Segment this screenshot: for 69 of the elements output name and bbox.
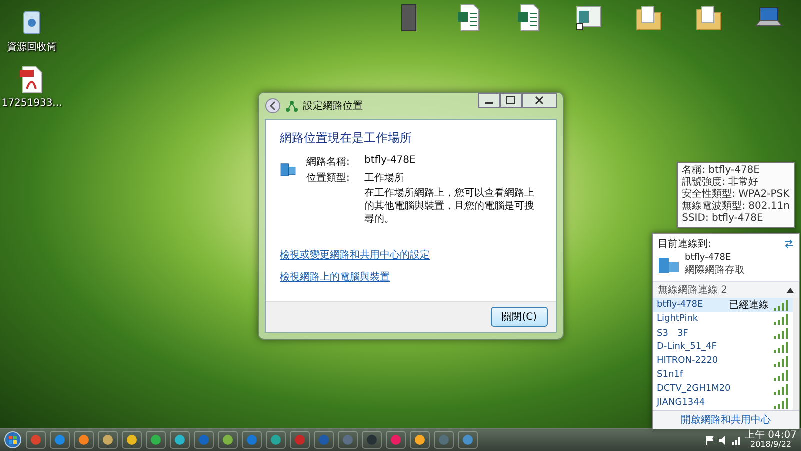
taskbar-app-icon[interactable] <box>434 431 454 449</box>
collapse-caret-icon[interactable] <box>787 288 794 292</box>
taskbar-app-icon[interactable] <box>74 431 94 449</box>
wifi-network-row[interactable]: btfly-478E 已經連線 <box>653 298 793 312</box>
taskbar-app-icon[interactable] <box>458 431 478 449</box>
work-network-icon <box>658 256 680 274</box>
signal-bars-icon <box>773 384 789 394</box>
settings-link[interactable]: 檢視網路上的電腦與裝置 <box>280 270 390 284</box>
tooltip-line: 名稱: btfly-478E <box>682 165 761 176</box>
signal-bars-icon <box>773 370 789 380</box>
settings-link[interactable]: 檢視或變更網路和共用中心的設定 <box>280 248 430 262</box>
clock-time[interactable]: 上午 04:07 <box>745 431 797 441</box>
start-button[interactable] <box>4 431 22 449</box>
clock-date[interactable]: 2018/9/22 <box>750 441 792 449</box>
wifi-network-row[interactable]: S1n1f <box>653 368 793 382</box>
field-label: 網路名稱: <box>306 156 351 169</box>
wifi-network-row[interactable]: D-Link_51_4F <box>653 340 793 354</box>
desktop-icon-label[interactable]: 17251933... <box>2 98 62 109</box>
tooltip-line: 安全性類型: WPA2-PSK <box>682 189 790 200</box>
taskbar-app-icon[interactable] <box>170 431 190 449</box>
maximize-button[interactable] <box>500 93 522 108</box>
field-value: 工作場所 <box>364 172 406 185</box>
access-status: 網際網路存取 <box>685 264 745 277</box>
section-header: 無線網路連線 2 <box>658 284 728 297</box>
taskbar-app-icon[interactable] <box>314 431 334 449</box>
location-description: 在工作場所網路上，您可以查看網路上的其他電腦與裝置，且您的電腦是可搜尋的。 <box>364 187 536 226</box>
close-button[interactable]: 關閉(C) <box>491 307 548 327</box>
taskbar-app-icon[interactable] <box>98 431 118 449</box>
taskbar-app-icon[interactable] <box>386 431 406 449</box>
minimize-button[interactable] <box>478 93 500 108</box>
signal-bars-icon <box>773 300 789 310</box>
signal-bars-icon <box>773 356 789 366</box>
wifi-network-row[interactable]: LightPink <box>653 312 793 326</box>
signal-bars-icon <box>773 342 789 352</box>
dialog-heading: 網路位置現在是工作場所 <box>280 130 413 147</box>
taskbar-app-icon[interactable] <box>338 431 358 449</box>
taskbar-app-icon[interactable] <box>362 431 382 449</box>
signal-bars-icon <box>732 436 741 444</box>
taskbar-app-icon[interactable] <box>194 431 214 449</box>
wifi-network-row[interactable]: S3 3F <box>653 326 793 340</box>
signal-bars-icon <box>773 328 789 338</box>
wifi-network-row[interactable]: DCTV_2GH1M20 <box>653 382 793 396</box>
tooltip-line: 無線電波類型: 802.11n <box>682 201 790 213</box>
refresh-icon[interactable] <box>784 239 794 249</box>
wifi-network-row[interactable]: JIANG1344 <box>653 396 793 410</box>
taskbar-app-icon[interactable] <box>218 431 238 449</box>
taskbar-app-icon[interactable] <box>266 431 286 449</box>
taskbar-app-icon[interactable] <box>122 431 142 449</box>
tooltip-line: 訊號強度: 非常好 <box>682 177 760 188</box>
speaker-icon <box>719 436 728 444</box>
taskbar-app-icon[interactable] <box>410 431 430 449</box>
tooltip-line: SSID: btfly-478E <box>682 213 764 225</box>
network-name: btfly-478E <box>685 253 732 263</box>
signal-bars-icon <box>773 314 789 324</box>
wifi-network-row[interactable]: HITRON-2220 <box>653 354 793 368</box>
signal-bars-icon <box>773 398 789 408</box>
network-icon <box>286 100 298 112</box>
connected-header: 目前連線到: <box>658 238 712 251</box>
field-value: btfly-478E <box>364 155 417 168</box>
close-button[interactable] <box>522 93 557 108</box>
flag-icon <box>706 436 715 444</box>
field-label: 位置類型: <box>306 172 351 185</box>
taskbar-app-icon[interactable] <box>50 431 70 449</box>
window-title: 設定網路位置 <box>303 100 363 113</box>
desktop-icon-label[interactable]: 資源回收筒 <box>7 40 57 54</box>
taskbar-app-icon[interactable] <box>26 431 46 449</box>
taskbar-app-icon[interactable] <box>242 431 262 449</box>
taskbar-app-icon[interactable] <box>290 431 310 449</box>
taskbar-app-icon[interactable] <box>146 431 166 449</box>
